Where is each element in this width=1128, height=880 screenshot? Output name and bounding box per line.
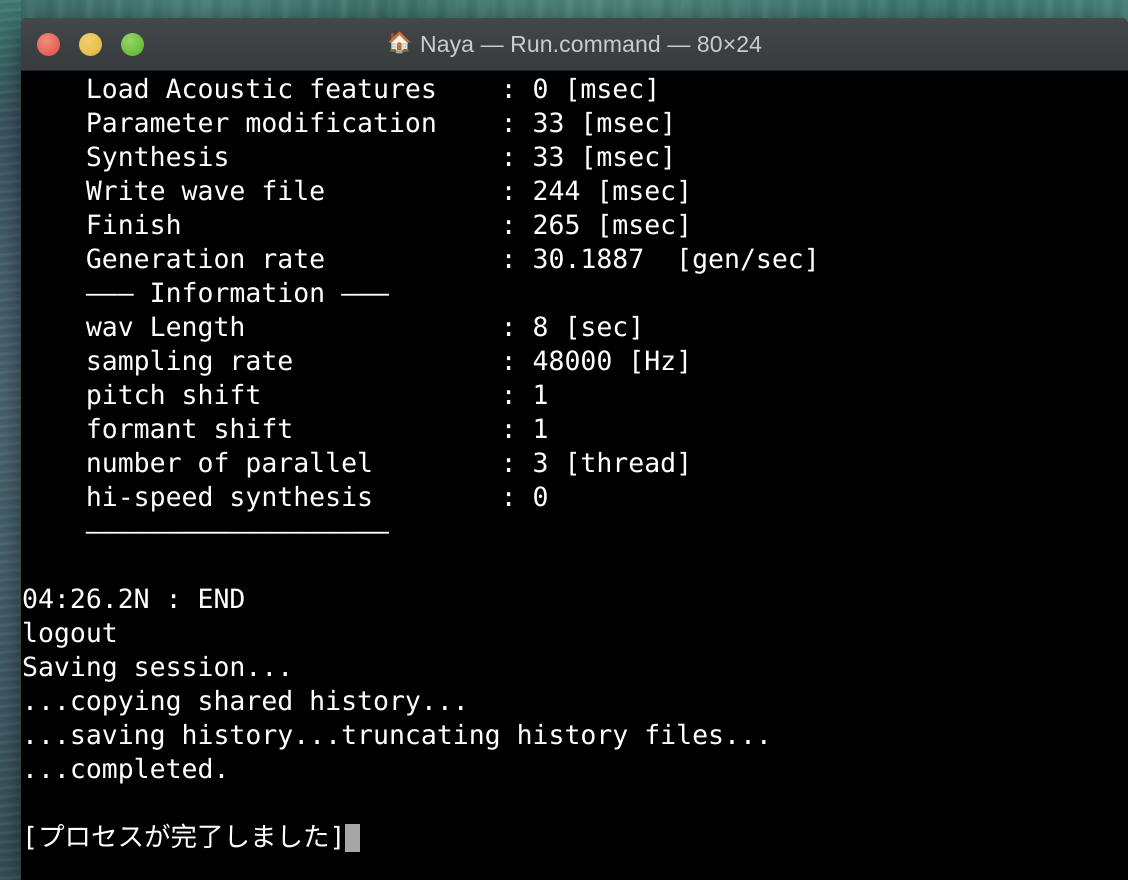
terminal-line: Write wave file : 244 [msec] xyxy=(22,176,693,207)
desktop-background: 🏠 Naya — Run.command — 80×24 Load Acoust… xyxy=(0,0,1128,880)
terminal-line: hi-speed synthesis : 0 xyxy=(22,482,549,513)
terminal-line: sampling rate : 48000 [Hz] xyxy=(22,346,693,377)
terminal-line: ——————————————————— xyxy=(22,516,389,547)
close-button[interactable] xyxy=(37,32,60,56)
text-cursor xyxy=(345,824,361,852)
terminal-line: Load Acoustic features : 0 [msec] xyxy=(22,74,661,105)
terminal-line: ...copying shared history... xyxy=(22,686,469,717)
window-title-text: Naya — Run.command — 80×24 xyxy=(419,30,763,57)
terminal-line: ...completed. xyxy=(22,754,230,785)
window-titlebar[interactable]: 🏠 Naya — Run.command — 80×24 xyxy=(21,18,1128,71)
terminal-output: Load Acoustic features : 0 [msec] Parame… xyxy=(22,73,820,855)
terminal-line: formant shift : 1 xyxy=(22,414,549,445)
terminal-line: Saving session... xyxy=(22,652,294,683)
terminal-line: Generation rate : 30.1887 [gen/sec] xyxy=(22,244,820,275)
terminal-line: ——— Information ——— xyxy=(22,278,389,309)
terminal-prompt-line: [プロセスが完了しました] xyxy=(22,821,820,855)
terminal-line: Finish : 265 [msec] xyxy=(22,210,693,241)
terminal-window[interactable]: 🏠 Naya — Run.command — 80×24 Load Acoust… xyxy=(21,18,1128,880)
process-completed-message: [プロセスが完了しました] xyxy=(22,822,346,853)
wallpaper-left-edge xyxy=(0,0,21,880)
window-controls xyxy=(37,18,144,70)
terminal-screen[interactable]: Load Acoustic features : 0 [msec] Parame… xyxy=(21,71,1128,880)
terminal-line: 04:26.2N : END xyxy=(22,584,246,615)
terminal-line: logout xyxy=(22,618,118,649)
zoom-button[interactable] xyxy=(121,32,144,56)
minimize-button[interactable] xyxy=(79,32,102,56)
terminal-line: number of parallel : 3 [thread] xyxy=(22,448,693,479)
terminal-line: pitch shift : 1 xyxy=(22,380,549,411)
terminal-line: Parameter modification : 33 [msec] xyxy=(22,108,677,139)
house-icon: 🏠 xyxy=(386,32,412,54)
window-title: 🏠 Naya — Run.command — 80×24 xyxy=(21,31,1128,58)
terminal-line: wav Length : 8 [sec] xyxy=(22,312,645,343)
terminal-line: Synthesis : 33 [msec] xyxy=(22,142,677,173)
terminal-line: ...saving history...truncating history f… xyxy=(22,720,772,751)
